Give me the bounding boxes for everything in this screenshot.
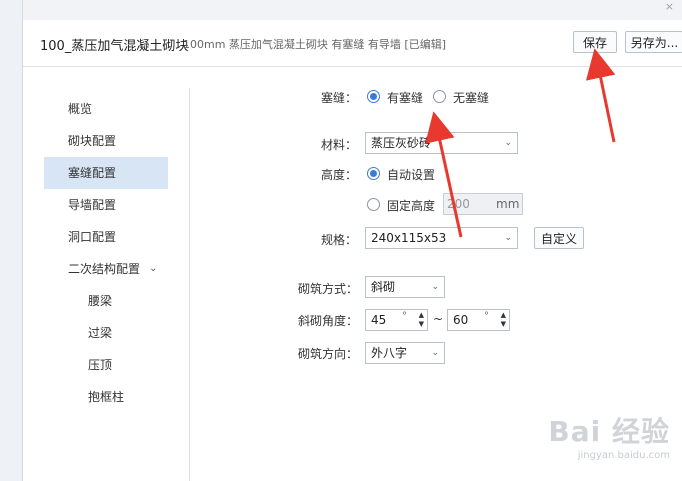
sidebar-item-coping[interactable]: 压顶 <box>44 349 168 381</box>
sidebar-item-label: 过梁 <box>88 326 113 340</box>
save-as-button[interactable]: 另存为... <box>625 31 682 53</box>
sidebar-item-block[interactable]: 砌块配置 <box>44 125 168 157</box>
custom-spec-button[interactable]: 自定义 <box>534 227 584 249</box>
sidebar-item-frame-column[interactable]: 抱框柱 <box>44 381 168 413</box>
dialog-header: 100_蒸压加气混凝土砌块 100mm 蒸压加气混凝土砌块 有塞缝 有导墙 [已… <box>23 20 682 67</box>
watermark-logo: Bai 经验 <box>548 415 670 448</box>
chevron-down-icon[interactable]: ⌄ <box>149 253 157 285</box>
height-auto-radio[interactable] <box>367 167 380 180</box>
sidebar-item-overview[interactable]: 概览 <box>44 93 168 125</box>
dialog-subtitle: 100mm 蒸压加气混凝土砌块 有塞缝 有导墙 [已编辑] <box>183 38 446 51</box>
sidebar-item-label: 洞口配置 <box>68 230 117 244</box>
method-label: 砌筑方式： <box>298 282 359 296</box>
direction-label: 砌筑方向： <box>298 347 359 361</box>
method-select[interactable]: 斜砌 ⌄ <box>365 276 445 298</box>
chevron-down-icon: ⌄ <box>504 233 512 243</box>
chevron-down-icon: ⌄ <box>431 282 439 292</box>
sidebar-item-opening[interactable]: 洞口配置 <box>44 221 168 253</box>
save-button[interactable]: 保存 <box>573 31 617 53</box>
background-panel-strip <box>0 0 23 481</box>
sidebar-item-label: 砌块配置 <box>68 134 117 148</box>
height-label: 高度： <box>321 168 358 182</box>
spec-value: 240x115x53 <box>371 231 447 245</box>
angle-from-spinner[interactable]: 45 ° ▲ ▼ <box>365 309 428 331</box>
sidebar-divider <box>189 88 190 481</box>
sidebar-item-label: 抱框柱 <box>88 390 125 404</box>
angle-to-value: 60 <box>453 313 469 327</box>
height-auto-label[interactable]: 自动设置 <box>387 166 435 183</box>
angle-to-spinner[interactable]: 60 ° ▲ ▼ <box>447 309 510 331</box>
sidebar-item-label: 二次结构配置 <box>68 262 141 276</box>
caulk-yes-radio[interactable] <box>367 90 380 103</box>
direction-value: 外八字 <box>371 346 408 360</box>
angle-from-unit: ° <box>402 311 407 322</box>
background-window-bar <box>0 0 682 20</box>
fixed-height-unit: mm <box>496 197 520 211</box>
chevron-down-icon: ⌄ <box>431 348 439 358</box>
watermark-url: jingyan.baidu.com <box>577 450 670 461</box>
sidebar-item-label: 导墙配置 <box>68 198 117 212</box>
angle-separator: ~ <box>433 312 444 326</box>
watermark: Bai 经验 jingyan.baidu.com <box>548 410 670 461</box>
method-value: 斜砌 <box>371 280 396 294</box>
sidebar-item-secondary-structure[interactable]: 二次结构配置 ⌄ <box>44 253 168 285</box>
height-fixed-radio[interactable] <box>367 198 380 211</box>
caulk-label: 塞缝： <box>321 91 358 105</box>
sidebar-item-lintel[interactable]: 过梁 <box>44 317 168 349</box>
direction-select[interactable]: 外八字 ⌄ <box>365 342 445 364</box>
sidebar-item-guide-wall[interactable]: 导墙配置 <box>44 189 168 221</box>
fixed-height-input: 200 mm <box>443 193 523 215</box>
chevron-down-icon: ⌄ <box>504 138 512 148</box>
material-select[interactable]: 蒸压灰砂砖 ⌄ <box>365 132 518 154</box>
angle-to-unit: ° <box>484 311 489 322</box>
angle-from-value: 45 <box>371 313 387 327</box>
sidebar-item-label: 塞缝配置 <box>68 166 117 180</box>
spinner-arrows-icon[interactable]: ▲ ▼ <box>419 311 424 329</box>
sidebar-item-label: 腰梁 <box>88 294 113 308</box>
caulk-yes-label[interactable]: 有塞缝 <box>387 89 423 106</box>
caulk-no-radio[interactable] <box>433 90 446 103</box>
sidebar-item-waist-beam[interactable]: 腰梁 <box>44 285 168 317</box>
material-label: 材料： <box>321 138 358 152</box>
sidebar-item-label: 压顶 <box>88 358 113 372</box>
fixed-height-value: 200 <box>447 197 470 211</box>
sidebar-item-label: 概览 <box>68 102 93 116</box>
background-close-icon[interactable]: × <box>665 0 674 13</box>
config-sidebar: 概览 砌块配置 塞缝配置 导墙配置 洞口配置 二次结构配置 ⌄ 腰梁 过梁 压顶… <box>23 66 189 481</box>
angle-label: 斜砌角度： <box>298 314 359 328</box>
caulk-no-label[interactable]: 无塞缝 <box>453 89 489 106</box>
spec-select[interactable]: 240x115x53 ⌄ <box>365 227 518 249</box>
sidebar-item-caulk[interactable]: 塞缝配置 <box>44 157 168 189</box>
material-value: 蒸压灰砂砖 <box>371 136 432 150</box>
height-fixed-label[interactable]: 固定高度 <box>387 197 435 214</box>
spec-label: 规格： <box>321 233 358 247</box>
spinner-arrows-icon[interactable]: ▲ ▼ <box>501 311 506 329</box>
dialog-title: 100_蒸压加气混凝土砌块 <box>40 39 189 54</box>
